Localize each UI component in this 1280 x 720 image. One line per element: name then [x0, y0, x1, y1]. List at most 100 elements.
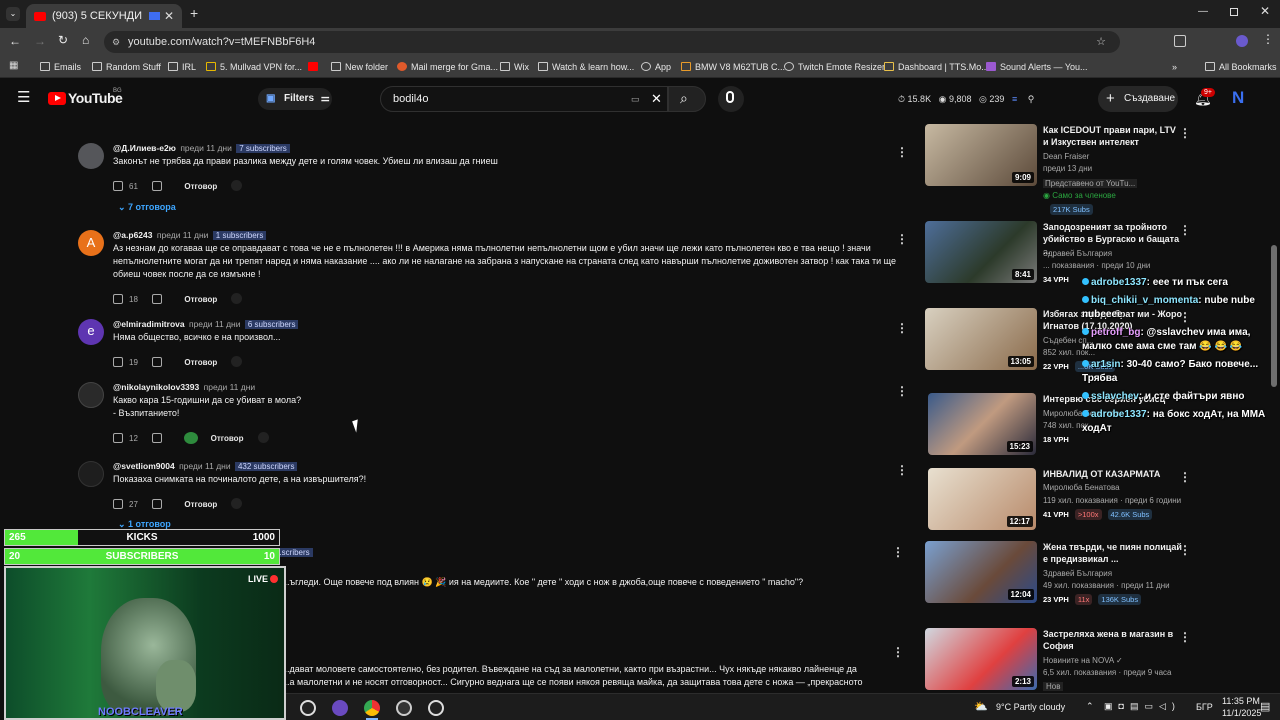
video-thumbnail[interactable]: 12:04	[925, 541, 1037, 603]
video-thumbnail[interactable]: 15:23	[928, 393, 1036, 455]
weather-icon[interactable]: ⛅	[974, 700, 988, 713]
filters-button[interactable]: ▣ Filters ⚌	[258, 88, 332, 110]
tray-chevron-icon[interactable]: ⌃	[1086, 701, 1094, 712]
keyboard-icon[interactable]: ▭	[631, 87, 640, 111]
search-button[interactable]: ⌕	[668, 86, 706, 112]
video-title[interactable]: Как ICEDOUT прави пари, LTV и Изкуствен …	[1043, 124, 1183, 148]
related-video[interactable]: 12:04 Жена твърди, че пиян полицай е пре…	[925, 541, 1195, 617]
active-tab[interactable]: (903) 5 СЕКУНДИ ДО СМЪР... ✕	[26, 4, 182, 28]
clock-date[interactable]: 11/1/2025	[1222, 708, 1261, 718]
dislike-icon[interactable]	[152, 181, 163, 191]
video-title[interactable]: Жена твърди, че пиян полицай е предизвик…	[1043, 541, 1183, 565]
channel-name[interactable]: Новините на NOVA ✓	[1043, 656, 1123, 665]
avatar[interactable]: e	[78, 319, 104, 345]
related-video[interactable]: 9:09 Как ICEDOUT прави пари, LTV и Изкус…	[925, 124, 1195, 215]
creator-heart-icon[interactable]	[184, 432, 199, 444]
channel-name[interactable]: Миролюба Бенатова	[1043, 483, 1120, 492]
bookmark-emails[interactable]: Emails	[40, 60, 81, 74]
input-language[interactable]: БГР	[1196, 702, 1213, 712]
related-video[interactable]: 2:13 Застреляха жена в магазин в София Н…	[925, 628, 1195, 692]
channel-name[interactable]: Здравей България	[1043, 249, 1112, 258]
apps-grid-icon[interactable]: ▦	[9, 60, 18, 71]
new-tab-button[interactable]: +	[190, 5, 198, 21]
video-thumbnail[interactable]: 12:17	[928, 468, 1036, 530]
comment-author[interactable]: @svetliom9004	[113, 461, 175, 471]
reply-button[interactable]: Отговор	[184, 295, 217, 304]
create-button[interactable]: + Създаване	[1098, 86, 1178, 112]
tray-icons[interactable]: ▣◘▤▭◁)	[1104, 701, 1181, 712]
bookmark-sound-alerts[interactable]: Sound Alerts — You...	[986, 60, 1088, 74]
avatar[interactable]	[78, 382, 104, 408]
search-input[interactable]: bodil4o ▭ ✕	[380, 86, 668, 112]
extensions-icon[interactable]	[1174, 35, 1186, 47]
youtube-logo-icon[interactable]	[48, 92, 66, 105]
comment-date[interactable]: преди 11 дни	[179, 461, 231, 471]
dislike-icon[interactable]	[152, 357, 163, 367]
like-icon[interactable]	[113, 433, 123, 443]
avatar[interactable]: A	[78, 230, 104, 256]
taskbar-app-icon[interactable]	[332, 700, 348, 716]
minimize-window-button[interactable]: —	[1198, 6, 1208, 17]
reply-button[interactable]: Отговор	[184, 182, 217, 191]
comment-menu-icon[interactable]: ⋮	[896, 384, 908, 398]
all-bookmarks[interactable]: All Bookmarks	[1205, 60, 1277, 74]
video-thumbnail[interactable]: 9:09	[925, 124, 1037, 186]
reply-button[interactable]: Отговор	[184, 358, 217, 367]
comment-date[interactable]: преди 11 дни	[180, 143, 232, 153]
comment-menu-icon[interactable]: ⋮	[896, 321, 908, 335]
video-thumbnail[interactable]: 2:13	[925, 628, 1037, 690]
comment-menu-icon[interactable]: ⋮	[892, 545, 904, 559]
address-bar[interactable]: ⚙ youtube.com/watch?v=tMEFNBbF6H4 ☆	[104, 31, 1120, 53]
like-icon[interactable]	[113, 499, 123, 509]
bookmark-dashboard[interactable]: Dashboard | TTS.Mo...	[884, 60, 989, 74]
comment-author[interactable]: @Д.Илиев-е2ю	[113, 143, 176, 153]
comment-menu-icon[interactable]: ⋮	[896, 145, 908, 159]
reply-button[interactable]: Отговор	[184, 500, 217, 509]
related-video[interactable]: 12:17 ИНВАЛИД ОТ КАЗАРМАТА Миролюба Бена…	[925, 468, 1195, 544]
browser-menu-icon[interactable]: ⋮	[1262, 32, 1274, 46]
bookmark-mail-merge[interactable]: Mail merge for Gma...	[397, 60, 498, 74]
comment-author[interactable]: @nikolaynikolov3393	[113, 382, 199, 392]
maximize-window-button[interactable]	[1230, 8, 1238, 16]
avatar[interactable]	[78, 461, 104, 487]
hamburger-menu-icon[interactable]: ☰	[17, 88, 30, 106]
clock-time[interactable]: 11:35 PM	[1222, 696, 1260, 706]
reply-button[interactable]: Отговор	[211, 434, 244, 443]
bookmark-twitch-emote[interactable]: Twitch Emote Resizer	[784, 60, 885, 74]
channel-name[interactable]: Dean Fraiser	[1043, 152, 1089, 161]
bookmark-youtube-icon[interactable]	[308, 60, 322, 74]
dislike-icon[interactable]	[152, 294, 163, 304]
video-menu-icon[interactable]: ⋮	[1179, 543, 1191, 557]
like-icon[interactable]	[113, 294, 123, 304]
ribbon-icon[interactable]: ⚲	[1028, 94, 1035, 104]
taskbar-app-icon[interactable]	[428, 700, 444, 716]
bookmark-random-stuff[interactable]: Random Stuff	[92, 60, 161, 74]
notification-center-icon[interactable]: ▤	[1260, 700, 1270, 713]
dislike-icon[interactable]	[152, 433, 163, 443]
dislike-icon[interactable]	[152, 499, 163, 509]
bookmark-star-icon[interactable]: ☆	[1096, 31, 1106, 53]
video-menu-icon[interactable]: ⋮	[1179, 126, 1191, 140]
video-menu-icon[interactable]: ⋮	[1179, 630, 1191, 644]
view-replies-button[interactable]: ⌄ 7 отговора	[118, 202, 176, 213]
reload-button[interactable]: ↻	[58, 33, 68, 47]
clear-search-icon[interactable]: ✕	[651, 87, 662, 111]
comment-author[interactable]: @a.p6243	[113, 230, 152, 240]
comment-date[interactable]: преди 11 дни	[157, 230, 209, 240]
page-scrollbar[interactable]	[1271, 245, 1277, 387]
bookmark-irl[interactable]: IRL	[168, 60, 196, 74]
bookmark-watch-learn[interactable]: Watch & learn how...	[538, 60, 634, 74]
taskbar-app-icon[interactable]	[300, 700, 316, 716]
video-title[interactable]: Застреляха жена в магазин в София	[1043, 628, 1183, 652]
video-thumbnail[interactable]: 8:41	[925, 221, 1037, 283]
video-menu-icon[interactable]: ⋮	[1179, 470, 1191, 484]
video-menu-icon[interactable]: ⋮	[1179, 223, 1191, 237]
account-avatar[interactable]: N	[1232, 88, 1244, 108]
tab-search-button[interactable]: ⌄	[6, 7, 20, 21]
home-button[interactable]: ⌂	[82, 33, 89, 47]
list-icon[interactable]: ≡	[1012, 94, 1017, 104]
comment-menu-icon[interactable]: ⋮	[896, 463, 908, 477]
voice-search-button[interactable]	[718, 86, 744, 112]
comment-menu-icon[interactable]: ⋮	[892, 645, 904, 659]
comment-menu-icon[interactable]: ⋮	[896, 232, 908, 246]
